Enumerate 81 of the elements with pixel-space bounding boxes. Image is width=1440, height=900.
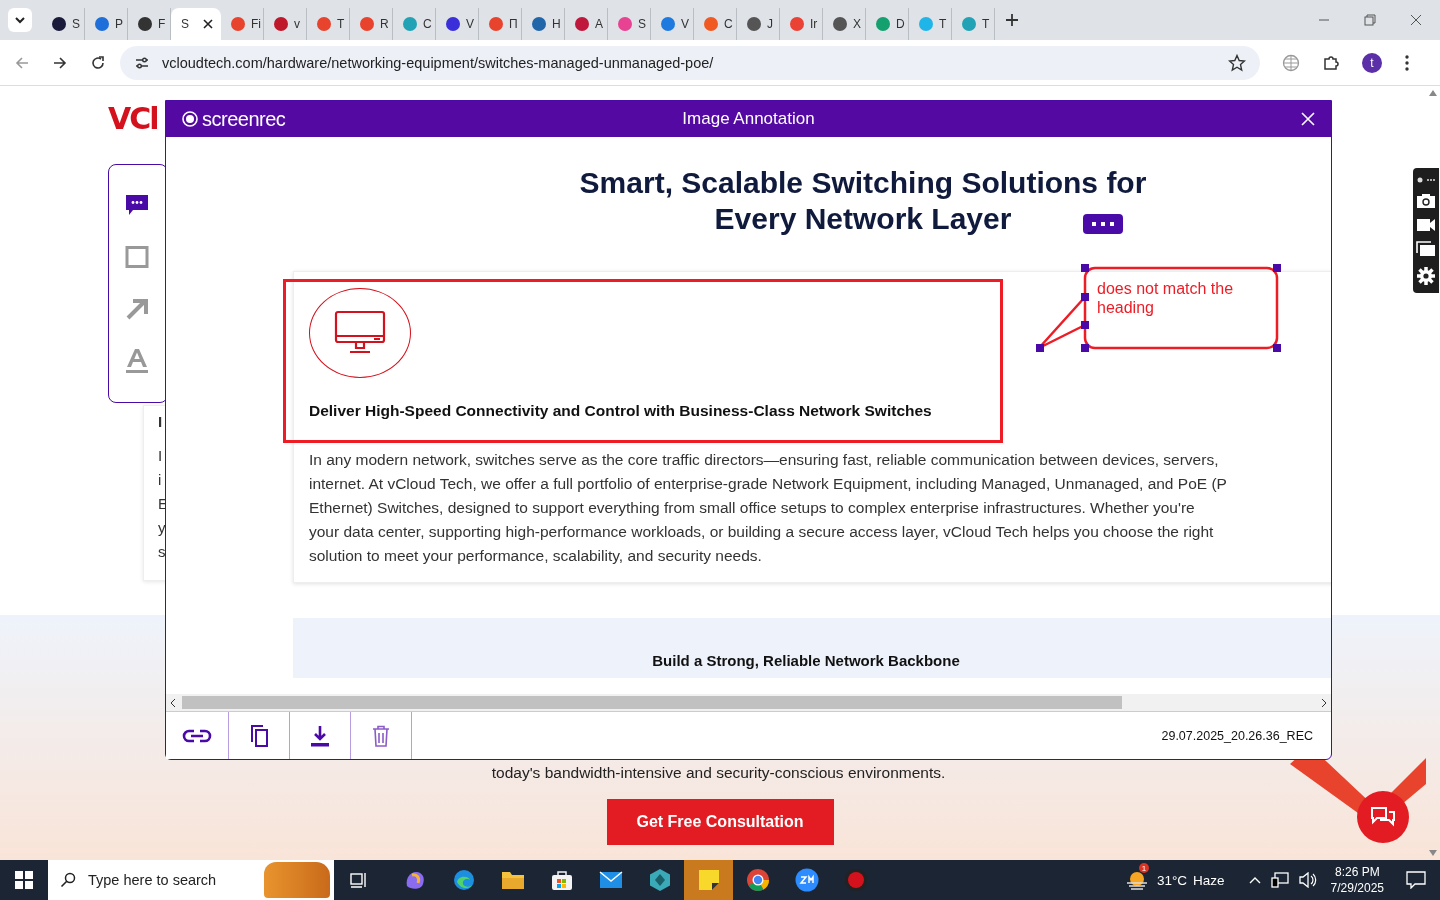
- horizontal-scrollbar[interactable]: [166, 694, 1331, 711]
- globe-icon[interactable]: [1282, 53, 1300, 72]
- store-icon: [550, 869, 573, 891]
- camera-icon[interactable]: [1416, 192, 1436, 209]
- close-icon[interactable]: [203, 19, 213, 29]
- search-icon: [60, 872, 76, 888]
- record-icon: [843, 868, 868, 892]
- speech-bubble-icon: [125, 194, 149, 216]
- mail-icon: [598, 871, 623, 889]
- section-text: today's bandwidth-intensive and security-conscious environments.: [491, 764, 946, 782]
- card-text: I: [158, 448, 164, 464]
- copy-icon: [249, 723, 269, 748]
- chrome-icon: [745, 868, 770, 892]
- edge-icon: [451, 868, 476, 892]
- video-camera-icon[interactable]: [1416, 217, 1436, 232]
- scroll-down-icon[interactable]: [1428, 850, 1437, 856]
- section-heading: Smart, Scalable Switching Solutions for: [579, 165, 1147, 201]
- band-heading: Build a Strong, Reliable Network Backbone: [652, 652, 960, 671]
- network-icon[interactable]: [1270, 872, 1289, 888]
- settings-icon[interactable]: [1416, 265, 1436, 286]
- dialog-title: Image Annotation: [682, 109, 815, 129]
- speaker-icon[interactable]: [1298, 872, 1317, 888]
- back-icon[interactable]: [14, 54, 30, 71]
- card-text: s: [158, 544, 166, 560]
- browser-tab[interactable]: S: [171, 8, 221, 40]
- hexagon-icon: [648, 868, 671, 892]
- card-paragraph: In any modern network, switches serve as the core traffic directors—ensuring fast, reliable communication between devices, servers, internet. At vCloud Tech, we offer a full portfolio of enterprise-grade Network Equipment, including Managed, Unmanaged, and PoE (P Ethernet) Switches, designed to support everything from small office setups to complex enterprise infrastructures. Whether you're your data center, supporting high-performance workloads, or building a secure access layer, vCloud Tech helps you choose the right solution to meet your performance, scalability, and security needs.: [309, 450, 1228, 566]
- scroll-left-icon[interactable]: [170, 698, 176, 707]
- forward-icon[interactable]: [52, 54, 68, 71]
- folder-icon: [500, 870, 525, 890]
- restore-icon[interactable]: [1364, 14, 1376, 26]
- notification-badge: 1: [1138, 863, 1149, 873]
- file-name: 29.07.2025_20.26.36_REC: [1161, 728, 1314, 743]
- chat-icon: [1370, 806, 1396, 828]
- sticky-note-icon: [697, 869, 720, 891]
- section-heading: Every Network Layer: [714, 201, 1012, 237]
- link-icon: [182, 727, 212, 744]
- notifications-icon[interactable]: [1406, 871, 1426, 889]
- record-icon: [182, 111, 198, 127]
- windows-start-icon[interactable]: [15, 871, 33, 889]
- consultation-button[interactable]: Get Free Consultation: [606, 799, 834, 845]
- card-title: Deliver High-Speed Connectivity and Control with Business-Class Network Switches: [309, 402, 933, 420]
- task-view-icon[interactable]: [350, 872, 368, 888]
- taskbar-clock[interactable]: 8:26 PM 7/29/2025: [1330, 864, 1384, 896]
- more-icon: [1091, 221, 1115, 227]
- link-button[interactable]: [166, 712, 229, 759]
- temperature-text: 31°C: [1156, 872, 1188, 888]
- url-text: vcloudtech.com/hardware/networking-equipment/switches-managed-unmanaged-poe/: [162, 54, 714, 71]
- annotation-menu-button[interactable]: [1083, 214, 1123, 234]
- reload-icon[interactable]: [90, 54, 106, 71]
- chevron-down-icon: [14, 14, 26, 26]
- window-icon[interactable]: [1416, 240, 1436, 257]
- weather-text: Haze: [1193, 872, 1225, 888]
- chevron-up-icon[interactable]: [1248, 876, 1261, 884]
- tab-search-button[interactable]: [8, 8, 32, 32]
- scroll-right-icon[interactable]: [1321, 698, 1327, 707]
- callout-annotation[interactable]: [1036, 264, 1282, 354]
- star-icon[interactable]: [1228, 53, 1246, 72]
- text-tool-icon: [125, 348, 149, 374]
- taskbar-search-field[interactable]: Type here to search: [48, 860, 334, 900]
- download-icon: [310, 723, 330, 748]
- site-logo[interactable]: VCl: [108, 104, 168, 134]
- menu-icon[interactable]: [1404, 53, 1410, 72]
- zoom-icon: [794, 868, 819, 892]
- tiger-illustration: [264, 862, 330, 898]
- trash-icon: [372, 724, 390, 747]
- card-text: I: [158, 414, 164, 430]
- address-bar[interactable]: vcloudtech.com/hardware/networking-equipment/switches-managed-unmanaged-poe/: [120, 45, 1260, 80]
- more-icon[interactable]: [1416, 175, 1436, 184]
- puzzle-icon[interactable]: [1322, 53, 1340, 72]
- scroll-up-icon[interactable]: [1428, 90, 1437, 96]
- profile-avatar[interactable]: t: [1362, 52, 1382, 73]
- card-text: y: [158, 520, 166, 536]
- card-text: i: [158, 472, 163, 488]
- annotation-rectangle[interactable]: [283, 279, 1003, 443]
- search-input[interactable]: Type here to search: [86, 871, 250, 889]
- brand-name: screenrec: [202, 107, 286, 131]
- new-tab-icon[interactable]: [1005, 13, 1019, 27]
- rectangle-icon: [125, 246, 149, 268]
- arrow-icon: [125, 298, 149, 320]
- scrollbar-thumb[interactable]: [182, 696, 1122, 709]
